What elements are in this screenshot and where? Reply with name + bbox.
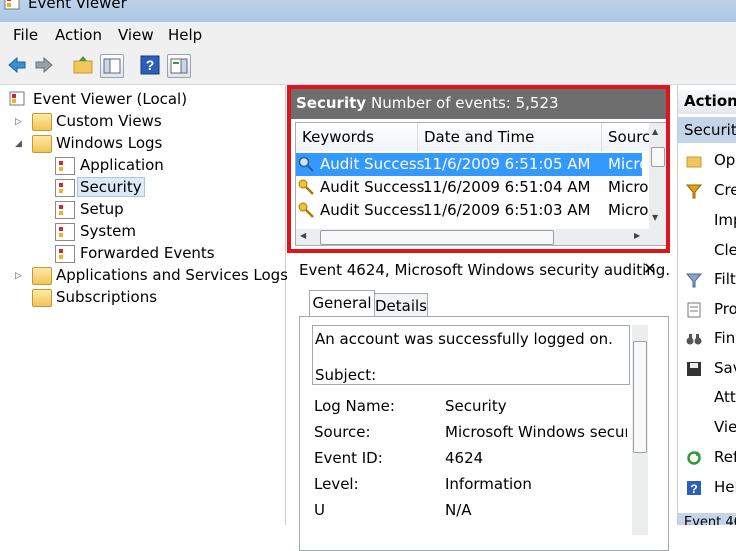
svg-text:?: ? [146, 57, 155, 73]
action-refresh[interactable]: Ref [714, 448, 736, 466]
help-icon[interactable]: ? [139, 54, 161, 76]
field-label: U [314, 501, 325, 519]
tree-item-security[interactable]: Security [77, 177, 145, 197]
show-hide-tree-icon[interactable] [100, 54, 124, 78]
action-properties[interactable]: Pro [714, 300, 736, 318]
field-value: Microsoft Windows security [445, 423, 627, 441]
actions-event-section-header[interactable]: Event 46 [678, 513, 736, 525]
folder-icon [32, 135, 52, 153]
refresh-icon [686, 450, 702, 466]
console-tree: Event Viewer (Local) ▷ Custom Views ◢ Wi… [0, 85, 288, 525]
actions-header: Actions [678, 90, 736, 114]
show-hide-action-pane-icon[interactable] [167, 54, 191, 78]
log-icon [55, 245, 75, 263]
event-message: An account was successfully logged on. [315, 330, 613, 348]
tree-item-windows-logs[interactable]: Windows Logs [56, 134, 162, 152]
menu-view[interactable]: View [118, 26, 154, 44]
tab-general[interactable]: General [309, 290, 375, 318]
menu-bar: File Action View Help [0, 22, 736, 48]
window-title: Event Viewer [28, 0, 127, 12]
subscriptions-icon [32, 289, 52, 307]
forward-arrow-icon[interactable] [33, 54, 55, 76]
open-folder-icon [686, 153, 702, 169]
field-label: Level: [314, 475, 359, 493]
tree-item-apps-services-logs[interactable]: Applications and Services Logs [56, 266, 288, 284]
vertical-scrollbar[interactable] [632, 325, 648, 535]
field-value: Security [445, 397, 507, 415]
tree-item-application[interactable]: Application [80, 156, 164, 174]
tree-item-subscriptions[interactable]: Subscriptions [56, 288, 157, 306]
help-icon: ? [686, 480, 702, 496]
title-bar: Event Viewer [0, 0, 736, 22]
collapse-arrow-icon[interactable]: ◢ [15, 139, 22, 149]
scroll-thumb[interactable] [633, 341, 647, 453]
log-icon [55, 179, 75, 197]
action-attach[interactable]: Atta [714, 388, 736, 406]
toolbar: ? [0, 48, 736, 85]
highlight-box [287, 85, 670, 253]
field-value: N/A [445, 501, 472, 519]
field-label: Event ID: [314, 449, 383, 467]
back-arrow-icon[interactable] [6, 54, 28, 76]
actions-event-section-title: Event 46 [684, 515, 736, 525]
expand-arrow-icon[interactable]: ▷ [15, 271, 22, 281]
action-create[interactable]: Cre [714, 181, 736, 199]
expand-arrow-icon[interactable]: ▷ [15, 117, 22, 127]
properties-icon [686, 302, 702, 318]
up-folder-icon[interactable] [72, 54, 94, 76]
filter-icon [686, 272, 702, 288]
folder-icon [32, 113, 52, 131]
event-detail-title: Event 4624, Microsoft Windows security a… [299, 261, 671, 279]
general-tab-body: An account was successfully logged on. S… [299, 316, 669, 551]
menu-file[interactable]: File [13, 26, 38, 44]
actions-pane: Actions Security Ope Cre Imp Cle Filte P… [677, 85, 736, 525]
subject-label: Subject: [315, 366, 377, 384]
action-view[interactable]: Viev [714, 418, 736, 436]
field-label: Source: [314, 423, 371, 441]
folder-icon [32, 267, 52, 285]
center-pane: Security Number of events: 5,523 Keyword… [287, 85, 672, 551]
computer-icon [9, 91, 27, 107]
tree-item-custom-views[interactable]: Custom Views [56, 112, 162, 130]
tree-item-setup[interactable]: Setup [80, 200, 124, 218]
log-icon [55, 157, 75, 175]
menu-action[interactable]: Action [55, 26, 102, 44]
actions-title: Actions [684, 92, 736, 110]
action-save[interactable]: Sav [714, 359, 736, 377]
action-clear[interactable]: Cle [714, 241, 736, 259]
field-value: Information [445, 475, 532, 493]
action-open[interactable]: Ope [714, 151, 736, 169]
close-icon[interactable]: ✕ [643, 259, 656, 278]
action-help[interactable]: Hel [714, 478, 736, 496]
log-icon [55, 201, 75, 219]
action-find[interactable]: Find [714, 329, 736, 347]
create-view-icon [686, 183, 702, 199]
action-filter[interactable]: Filte [714, 270, 736, 288]
actions-section-header[interactable]: Security [678, 117, 736, 143]
binoculars-icon [686, 331, 702, 347]
event-detail-pane: Event 4624, Microsoft Windows security a… [291, 253, 671, 551]
event-viewer-app-icon [4, 0, 20, 10]
menu-help[interactable]: Help [168, 26, 202, 44]
event-message-box: An account was successfully logged on. S… [312, 325, 630, 385]
tree-item-system[interactable]: System [80, 222, 136, 240]
actions-section-title: Security [684, 121, 736, 139]
tab-details[interactable]: Details [374, 293, 428, 318]
field-value: 4624 [445, 449, 484, 467]
action-import[interactable]: Imp [714, 211, 736, 229]
log-icon [55, 223, 75, 241]
save-icon [686, 361, 702, 377]
tree-root[interactable]: Event Viewer (Local) [33, 90, 187, 108]
tree-item-forwarded-events[interactable]: Forwarded Events [80, 244, 215, 262]
svg-text:?: ? [690, 482, 697, 496]
field-label: Log Name: [314, 397, 395, 415]
